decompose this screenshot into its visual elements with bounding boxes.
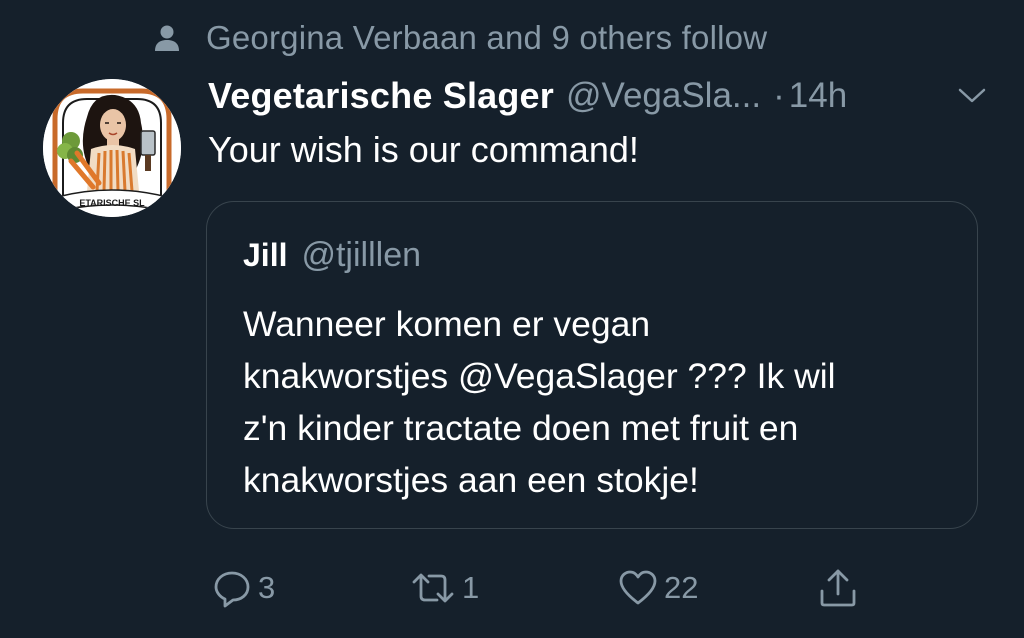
quoted-tweet[interactable]: Jill @tjilllen Wanneer komen er vegan kn… [206, 201, 978, 529]
tweet-header: Vegetarische Slager @VegaSla... · 14h [208, 70, 847, 122]
tweet-text: Your wish is our command! [208, 129, 639, 170]
reply-icon [212, 568, 252, 608]
person-icon [152, 23, 182, 53]
quoted-tweet-text: Wanneer komen er vegan knakworstjes @Veg… [243, 304, 836, 500]
avatar-banner-text: ETARISCHE SL [79, 198, 145, 208]
social-context[interactable]: Georgina Verbaan and 9 others follow [152, 14, 767, 62]
action-bar: 3 1 22 [0, 560, 1024, 616]
quoted-tweet-header: Jill @tjilllen [243, 230, 421, 280]
author-handle[interactable]: @VegaSla... [566, 76, 761, 116]
author-name[interactable]: Vegetarische Slager [208, 75, 554, 117]
avatar-image: ETARISCHE SL [43, 79, 181, 217]
avatar[interactable]: ETARISCHE SL [43, 79, 181, 217]
quoted-author-name: Jill [243, 236, 288, 273]
retweet-count: 1 [462, 570, 480, 605]
separator-dot: · [773, 76, 785, 115]
quoted-author-handle: @tjilllen [301, 235, 422, 274]
heart-icon [618, 568, 658, 608]
retweet-icon [410, 568, 456, 608]
share-icon [818, 567, 858, 609]
chevron-down-icon[interactable] [956, 84, 988, 108]
like-count: 22 [664, 570, 699, 605]
retweet-button[interactable]: 1 [410, 560, 479, 616]
social-context-text: Georgina Verbaan and 9 others follow [206, 19, 768, 56]
reply-count: 3 [258, 570, 276, 605]
tweet-timestamp[interactable]: 14h [789, 76, 847, 116]
share-button[interactable] [818, 560, 858, 616]
like-button[interactable]: 22 [618, 560, 698, 616]
reply-button[interactable]: 3 [212, 560, 275, 616]
